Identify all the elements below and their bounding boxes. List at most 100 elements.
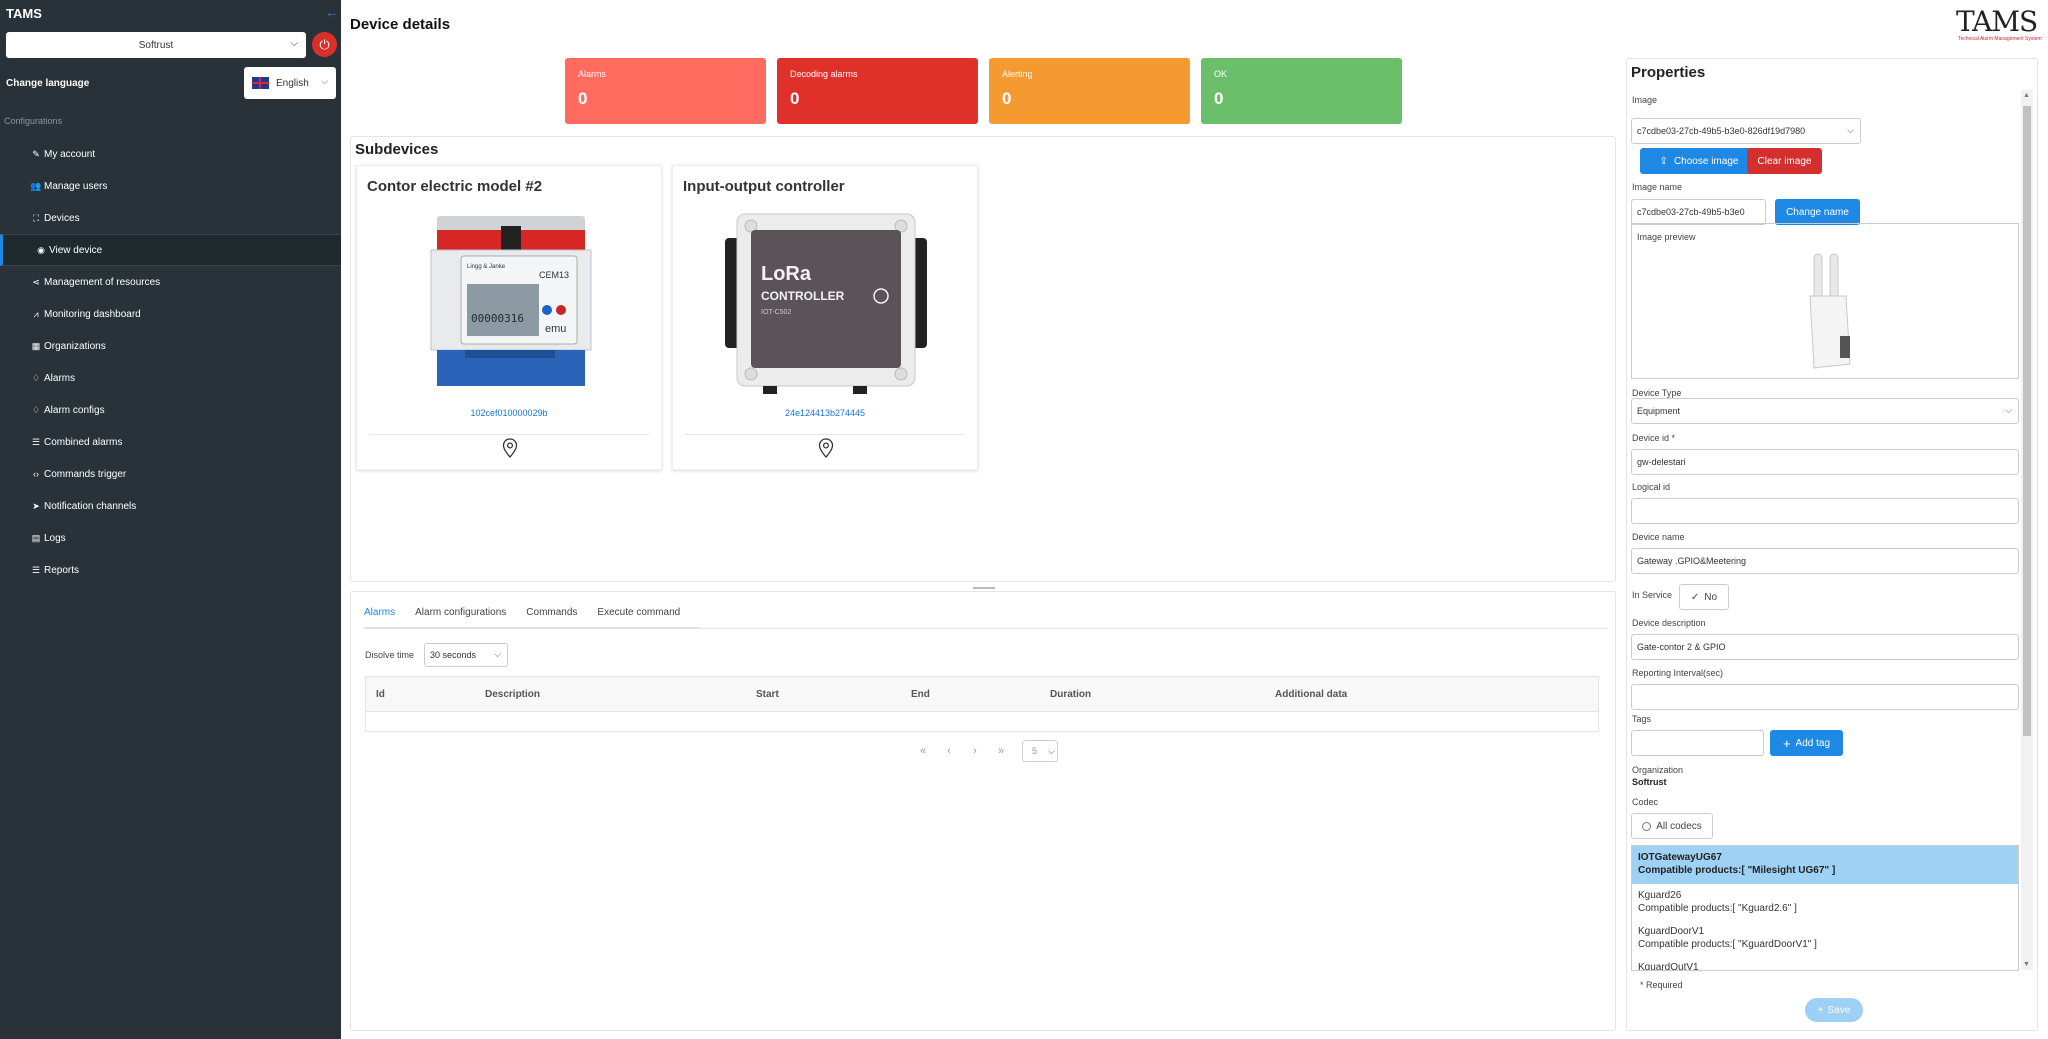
device-type-select[interactable]: Equipment ⌵ (1631, 398, 2019, 424)
logical-id-label: Logical id (1632, 482, 1671, 492)
change-name-button[interactable]: Change name (1775, 199, 1860, 225)
sidebar-item-label: Reports (44, 564, 80, 576)
send-icon: ➤ (32, 500, 40, 511)
device-description-input[interactable]: Gate-contor 2 & GPIO (1631, 634, 2019, 660)
column-header[interactable]: Duration (1050, 689, 1091, 700)
divider (369, 434, 649, 435)
column-header[interactable]: Description (485, 689, 540, 700)
power-icon[interactable]: ⏻ (312, 32, 337, 57)
tab-execute-command[interactable]: Execute command (597, 607, 680, 618)
page-title: Device details (350, 16, 451, 33)
tab-commands[interactable]: Commands (526, 607, 577, 618)
required-note: * Required (1640, 980, 1683, 990)
subdevice-id-link[interactable]: 102cef010000029b (357, 408, 661, 418)
in-service-toggle[interactable]: ✓ No (1679, 584, 1729, 610)
tags-label: Tags (1632, 714, 1652, 724)
reporting-interval-input[interactable] (1631, 684, 2019, 710)
codec-item[interactable]: Kguard26 Compatible products:[ "Kguard2.… (1632, 884, 2018, 920)
users-icon: 👥 (30, 180, 42, 191)
code-icon: ‹› (33, 469, 39, 479)
device-description-label: Device description (1632, 618, 1706, 628)
organization-select[interactable]: Softrust ⌵ (6, 32, 306, 58)
location-pin-icon[interactable] (502, 438, 518, 458)
properties-scrollbar[interactable]: ▲ ▼ (2021, 90, 2033, 970)
device-name-input[interactable]: Gateway .GPIO&Meetering (1631, 548, 2019, 574)
sidebar-item-combined-alarms[interactable]: ☰ Combined alarms (0, 426, 341, 458)
column-header[interactable]: End (911, 689, 930, 700)
scroll-down-icon[interactable]: ▼ (2023, 961, 2030, 968)
image-name-input[interactable]: c7cdbe03-27cb-49b5-b3e0 (1631, 199, 1766, 225)
controller-model: IOT-C502 (761, 309, 791, 316)
resize-handle[interactable] (973, 587, 995, 589)
subdevice-card[interactable]: Input-output controller LoRa CONTROLLER … (672, 165, 978, 470)
tag-input[interactable] (1631, 730, 1764, 756)
sidebar-item-monitoring-dashboard[interactable]: ⩘ Monitoring dashboard (0, 298, 341, 330)
subdevice-id-link[interactable]: 24e124413b274445 (673, 408, 977, 418)
share-icon: ⋖ (32, 276, 40, 287)
sidebar-item-label: Devices (44, 212, 80, 224)
paginator: « ‹ › » 5 ⌵ (910, 740, 1058, 762)
sidebar-item-management-of-resources[interactable]: ⋖ Management of resources (0, 266, 341, 298)
meter-reading: 00000316 (471, 312, 524, 325)
sidebar-item-notification-channels[interactable]: ➤ Notification channels (0, 490, 341, 522)
last-page-icon[interactable]: » (988, 745, 1014, 757)
sidebar-item-devices[interactable]: ⛶ Devices (0, 202, 341, 234)
chevron-down-icon: ⌵ (321, 76, 328, 86)
controller-title: LoRa (761, 263, 812, 285)
image-label: Image (1632, 95, 1658, 105)
first-page-icon[interactable]: « (910, 745, 936, 757)
sidebar-item-commands-trigger[interactable]: ‹› Commands trigger (0, 458, 341, 490)
dissolve-time-select[interactable]: 30 seconds ⌵ (424, 643, 508, 667)
organization-select-value: Softrust (138, 39, 174, 51)
sidebar: TAMS ← Softrust ⌵ ⏻ Change language Engl… (0, 0, 341, 1039)
meter-brand: Lingg & Janke (467, 264, 506, 270)
stat-value: 0 (1002, 89, 1012, 108)
tab-alarm-configurations[interactable]: Alarm configurations (415, 607, 506, 618)
image-select[interactable]: c7cdbe03-27cb-49b5-b3e0-826df19d7980 ⌵ (1631, 118, 1861, 144)
logical-id-input[interactable] (1631, 498, 2019, 524)
language-select[interactable]: English ⌵ (244, 67, 336, 99)
plus-icon: + (1817, 1004, 1824, 1016)
sidebar-item-manage-users[interactable]: 👥 Manage users (0, 170, 341, 202)
sidebar-item-organizations[interactable]: ▦ Organizations (0, 330, 341, 362)
codec-item[interactable]: KguardDoorV1 Compatible products:[ "Kgua… (1632, 920, 2018, 956)
next-page-icon[interactable]: › (962, 745, 988, 757)
tab-alarms[interactable]: Alarms (364, 607, 395, 618)
choose-image-button[interactable]: ⇪ Choose image (1640, 148, 1758, 174)
sidebar-item-label: Commands trigger (44, 468, 127, 480)
scroll-up-icon[interactable]: ▲ (2023, 92, 2030, 99)
device-type-value: Equipment (1637, 406, 1681, 416)
sidebar-item-my-account[interactable]: ✎ My account (0, 138, 341, 170)
sidebar-item-view-device[interactable]: ◉ View device (0, 234, 341, 266)
scrollbar-thumb[interactable] (2023, 106, 2031, 736)
change-language-label: Change language (6, 78, 90, 89)
sidebar-item-alarm-configs[interactable]: ♢ Alarm configs (0, 394, 341, 426)
sidebar-item-label: Logs (44, 532, 66, 544)
clear-image-button[interactable]: Clear image (1747, 148, 1822, 174)
gateway-preview-image (1809, 253, 1851, 369)
column-header[interactable]: Start (756, 689, 779, 700)
column-header[interactable]: Additional data (1275, 689, 1347, 700)
reporting-interval-label: Reporting Interval(sec) (1632, 668, 1724, 678)
sidebar-item-reports[interactable]: ☰ Reports (0, 554, 341, 586)
uk-flag-icon (252, 77, 269, 89)
save-button[interactable]: + Save (1805, 998, 1863, 1022)
add-tag-button[interactable]: + Add tag (1770, 730, 1843, 756)
page-size-select[interactable]: 5 ⌵ (1022, 740, 1058, 762)
bell-config-icon: ♢ (31, 404, 41, 415)
location-pin-icon[interactable] (818, 438, 834, 458)
organization-label: Organization (1632, 765, 1684, 775)
prev-page-icon[interactable]: ‹ (936, 745, 962, 757)
sidebar-item-logs[interactable]: ▤ Logs (0, 522, 341, 554)
sidebar-item-alarms[interactable]: ♢ Alarms (0, 362, 341, 394)
device-id-input[interactable]: gw-delestari (1631, 449, 2019, 475)
in-service-label: In Service (1632, 590, 1673, 600)
sidebar-item-label: View device (49, 244, 103, 256)
codec-item[interactable]: KguardOutV1 (1632, 956, 2018, 970)
all-codecs-radio[interactable]: All codecs (1631, 813, 1713, 839)
user-edit-icon: ✎ (32, 148, 40, 159)
subdevice-card[interactable]: Contor electric model #2 Lingg & Janke C… (356, 165, 662, 470)
column-header[interactable]: Id (376, 689, 385, 700)
collapse-sidebar-icon[interactable]: ← (325, 4, 339, 20)
codec-item[interactable]: IOTGatewayUG67 Compatible products:[ "Mi… (1632, 846, 2018, 884)
